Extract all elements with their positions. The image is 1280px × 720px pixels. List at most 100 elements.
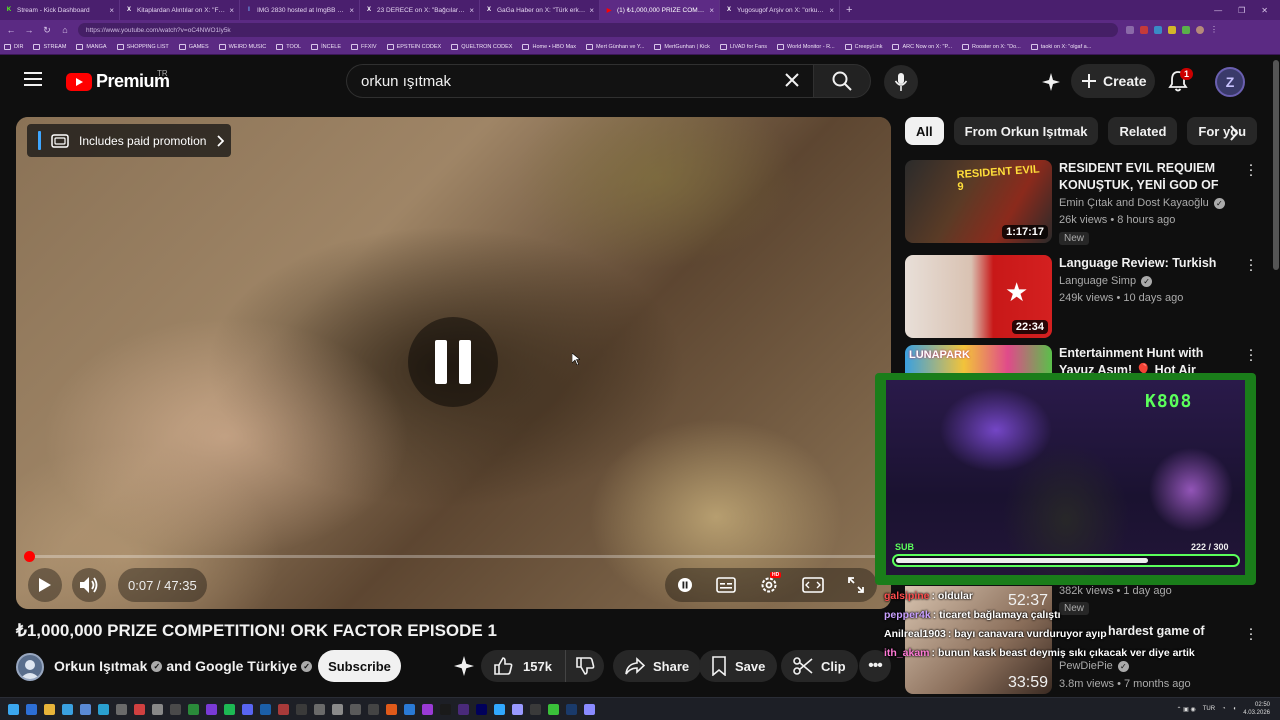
tab-close-icon[interactable]: ×	[469, 6, 474, 15]
taskbar-app-icon[interactable]	[98, 703, 109, 715]
browser-tab[interactable]: X Kitaplardan Alıntılar on X: "Filozof ×	[120, 0, 240, 20]
back-icon[interactable]: ←	[6, 25, 16, 35]
taskbar-app-icon[interactable]	[314, 703, 325, 715]
tab-close-icon[interactable]: ×	[589, 6, 594, 15]
recommended-video[interactable]: ★ 22:34 Language Review: Turkish Languag…	[905, 252, 1260, 339]
browser-tab[interactable]: X GaGa Haber on X: "Türk erkekleri ×	[480, 0, 600, 20]
vertical-dots-icon[interactable]: · · ·	[1246, 252, 1256, 277]
account-avatar[interactable]: Z	[1215, 67, 1245, 97]
taskbar-app-icon[interactable]	[44, 703, 55, 715]
bookmark-item[interactable]: taoki on X: "olgaf a...	[1030, 44, 1091, 50]
taskbar-app-icon[interactable]	[152, 703, 163, 715]
taskbar-app-icon[interactable]	[116, 703, 127, 715]
bookmark-item[interactable]: STREAM	[33, 44, 66, 50]
taskbar-app-icon[interactable]	[386, 703, 397, 715]
bookmark-item[interactable]: FFXIV	[351, 44, 377, 50]
pause-overlay-icon[interactable]	[408, 317, 498, 407]
subscribe-button[interactable]: Subscribe	[318, 650, 401, 682]
voice-search-button[interactable]	[884, 65, 918, 99]
search-button[interactable]	[813, 64, 871, 98]
extension-icon[interactable]	[1154, 26, 1162, 34]
taskbar-app-icon[interactable]	[80, 703, 91, 715]
taskbar-app-icon[interactable]	[368, 703, 379, 715]
subtitles-icon[interactable]	[715, 577, 736, 593]
vertical-dots-icon[interactable]: · · ·	[1246, 621, 1256, 646]
browser-tab[interactable]: ▶ (1) ₺1,000,000 PRIZE COMPETI ×	[600, 0, 720, 20]
system-clock[interactable]: 02:50 4.03.2026	[1243, 701, 1270, 717]
taskbar-app-icon[interactable]	[134, 703, 145, 715]
bookmark-item[interactable]: Mert Günhan ve Y...	[585, 44, 644, 50]
video-title[interactable]: RESIDENT EVIL REQUIEM KONUŞTUK, YENİ GOD…	[1059, 160, 1237, 196]
home-icon[interactable]: ⌂	[60, 25, 70, 35]
tray-icons[interactable]: ⌃ ▣ ◉	[1176, 706, 1195, 713]
clear-search-icon[interactable]	[785, 73, 799, 87]
bookmark-item[interactable]: GAMES	[178, 44, 209, 50]
scrollbar-thumb[interactable]	[1273, 60, 1279, 270]
bookmark-item[interactable]: LIVAD for Fans	[719, 44, 767, 50]
chevron-right-icon[interactable]	[1229, 125, 1239, 141]
minimize-icon[interactable]: —	[1214, 6, 1222, 15]
taskbar-app-icon[interactable]	[404, 703, 415, 715]
video-thumbnail[interactable]: ★ 22:34	[905, 255, 1052, 338]
taskbar-app-icon[interactable]	[548, 703, 559, 715]
maximize-icon[interactable]: ❐	[1238, 6, 1245, 15]
progress-scrubber[interactable]	[24, 551, 35, 562]
tab-close-icon[interactable]: ×	[709, 6, 714, 15]
volume-button[interactable]	[72, 568, 106, 602]
taskbar-app-icon[interactable]	[242, 703, 253, 715]
bookmark-item[interactable]: İNCELE	[311, 44, 341, 50]
taskbar-app-icon[interactable]	[476, 703, 487, 715]
filter-chip[interactable]: For you	[1187, 117, 1258, 145]
close-window-icon[interactable]: ✕	[1261, 6, 1268, 15]
channel-name[interactable]: PewDiePie ✓	[1059, 660, 1129, 672]
fullscreen-icon[interactable]	[847, 576, 865, 594]
profile-icon[interactable]	[1196, 26, 1204, 34]
channel-names[interactable]: Orkun Işıtmak ✓ and Google Türkiye ✓	[54, 658, 313, 674]
vertical-dots-icon[interactable]: · · ·	[1246, 345, 1256, 367]
taskbar-app-icon[interactable]	[332, 703, 343, 715]
taskbar-app-icon[interactable]	[260, 703, 271, 715]
collab-channel-name[interactable]: and Google Türkiye	[166, 658, 297, 674]
taskbar-app-icon[interactable]	[170, 703, 181, 715]
browser-tab[interactable]: X 23 DERECE on X: "Bağcılar'da döv×	[360, 0, 480, 20]
bookmark-item[interactable]: SHOPPING LIST	[116, 44, 169, 50]
browser-tab[interactable]: K Stream - Kick Dashboard ×	[0, 0, 120, 20]
theater-mode-icon[interactable]	[802, 577, 824, 593]
filter-chip[interactable]: From Orkun Işıtmak	[953, 117, 1099, 145]
browser-tab[interactable]: I IMG 2830 hosted at ImgBB — Img ×	[240, 0, 360, 20]
like-button[interactable]: 157k	[481, 650, 566, 682]
share-button[interactable]: Share	[613, 650, 702, 682]
url-field[interactable]: https://www.youtube.com/watch?v=oC4NWO1l…	[78, 23, 1118, 37]
bookmark-item[interactable]: World Monitor - R...	[777, 44, 835, 50]
windows-start-icon[interactable]	[8, 703, 19, 715]
taskbar-app-icon[interactable]	[224, 703, 235, 715]
ask-ai-sparkle-icon[interactable]	[452, 654, 476, 678]
extension-icon[interactable]	[1140, 26, 1148, 34]
extension-icon[interactable]	[1168, 26, 1176, 34]
video-title[interactable]: hardest game of	[1108, 624, 1205, 638]
sparkle-icon[interactable]	[1040, 71, 1062, 93]
paid-promotion-chip[interactable]: Includes paid promotion	[27, 124, 231, 157]
bookmark-item[interactable]: Home • HBO Max	[522, 44, 576, 50]
settings-gear-icon[interactable]: HD	[759, 572, 782, 595]
taskbar-app-icon[interactable]	[566, 703, 577, 715]
search-input[interactable]: orkun ışıtmak	[346, 64, 813, 98]
bookmark-item[interactable]: CreepyLink	[844, 44, 882, 50]
new-tab-button[interactable]: +	[840, 4, 858, 16]
taskbar-app-icon[interactable]	[26, 703, 37, 715]
save-button[interactable]: Save	[699, 650, 778, 682]
more-actions-button[interactable]: •••	[859, 650, 891, 682]
reload-icon[interactable]: ↻	[42, 25, 52, 36]
progress-bar[interactable]	[24, 551, 878, 562]
dislike-button[interactable]	[566, 656, 604, 676]
taskbar-app-icon[interactable]	[350, 703, 361, 715]
volume-tray-icon[interactable]: ◖	[1233, 706, 1237, 712]
bookmark-item[interactable]: MANGA	[76, 44, 107, 50]
taskbar-app-icon[interactable]	[512, 703, 523, 715]
taskbar-app-icon[interactable]	[278, 703, 289, 715]
video-title[interactable]: Language Review: Turkish	[1059, 255, 1237, 272]
taskbar-app-icon[interactable]	[494, 703, 505, 715]
recommended-video[interactable]: 52:37 33:59 382k views • 1 day ago New h…	[905, 585, 1260, 694]
taskbar-app-icon[interactable]	[440, 703, 451, 715]
extension-icon[interactable]	[1182, 26, 1190, 34]
